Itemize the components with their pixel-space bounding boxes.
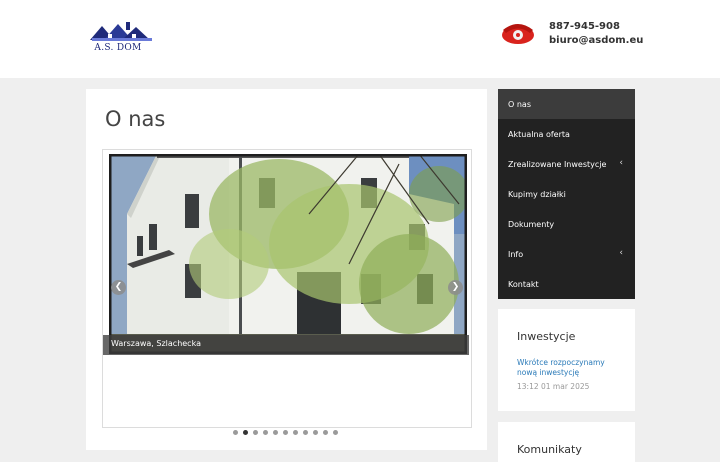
chevron-left-icon: ❮ bbox=[114, 282, 123, 292]
logo-text: A.S. DOM bbox=[94, 43, 142, 53]
chevron-right-icon: ❯ bbox=[451, 282, 460, 292]
sidebar-menu: O nas Aktualna oferta Zrealizowane Inwesty… bbox=[498, 89, 635, 299]
main-content: O nas Warszawa, Szlachecka ❮ ❯ bbox=[86, 89, 487, 450]
menu-item-label: Kontakt bbox=[508, 280, 539, 289]
slider-dot[interactable] bbox=[323, 430, 328, 435]
image-slider: Warszawa, Szlachecka ❮ ❯ bbox=[102, 149, 472, 428]
slide-caption: Warszawa, Szlachecka bbox=[111, 339, 201, 348]
menu-item[interactable]: Kupimy działki bbox=[498, 179, 635, 209]
slider-dot[interactable] bbox=[303, 430, 308, 435]
menu-item[interactable]: Aktualna oferta bbox=[498, 119, 635, 149]
menu-item-label: Kupimy działki bbox=[508, 190, 566, 199]
news-link[interactable]: Wkrótce rozpoczynamy nową inwestycję bbox=[517, 358, 622, 378]
page-title: O nas bbox=[105, 107, 166, 131]
menu-item[interactable]: Zrealizowane Inwestycje ‹ bbox=[498, 149, 635, 179]
menu-item[interactable]: Info ‹ bbox=[498, 239, 635, 269]
slider-dot[interactable] bbox=[263, 430, 268, 435]
slider-dot[interactable] bbox=[333, 430, 338, 435]
slider-dot[interactable] bbox=[293, 430, 298, 435]
phone-number[interactable]: 887-945-908 bbox=[549, 20, 643, 34]
slide-caption-bar: Warszawa, Szlachecka bbox=[103, 335, 469, 355]
menu-item[interactable]: O nas bbox=[498, 89, 635, 119]
slider-next-button[interactable]: ❯ bbox=[448, 280, 463, 295]
menu-item-label: O nas bbox=[508, 100, 531, 109]
menu-item-label: Dokumenty bbox=[508, 220, 555, 229]
news-date: 13:12 01 mar 2025 bbox=[517, 382, 590, 391]
widget-komunikaty: Komunikaty bbox=[498, 422, 635, 462]
logo[interactable]: A.S. DOM bbox=[88, 20, 160, 56]
house-logo-icon bbox=[90, 22, 152, 41]
slider-dot[interactable] bbox=[253, 430, 258, 435]
chevron-left-icon: ‹ bbox=[619, 158, 623, 168]
menu-item[interactable]: Dokumenty bbox=[498, 209, 635, 239]
menu-item-label: Aktualna oferta bbox=[508, 130, 570, 139]
slider-dot[interactable] bbox=[273, 430, 278, 435]
menu-item-label: Info bbox=[508, 250, 524, 259]
widget-title: Inwestycje bbox=[517, 330, 576, 343]
menu-item-label: Zrealizowane Inwestycje bbox=[508, 160, 607, 169]
chevron-left-icon: ‹ bbox=[619, 248, 623, 258]
slider-dot[interactable] bbox=[283, 430, 288, 435]
email-address[interactable]: biuro@asdom.eu bbox=[549, 34, 643, 48]
site-header: A.S. DOM 887-945-908 biuro@asdom.eu bbox=[0, 0, 720, 78]
slider-dot[interactable] bbox=[233, 430, 238, 435]
slider-prev-button[interactable]: ❮ bbox=[111, 280, 126, 295]
slider-dot[interactable] bbox=[313, 430, 318, 435]
widget-inwestycje: Inwestycje Wkrótce rozpoczynamy nową inw… bbox=[498, 309, 635, 411]
phone-icon bbox=[499, 20, 537, 46]
slide-photo bbox=[109, 154, 467, 354]
menu-item[interactable]: Kontakt bbox=[498, 269, 635, 299]
house-photo bbox=[109, 154, 467, 354]
contact-info: 887-945-908 biuro@asdom.eu bbox=[549, 20, 643, 48]
slider-dot[interactable] bbox=[243, 430, 248, 435]
